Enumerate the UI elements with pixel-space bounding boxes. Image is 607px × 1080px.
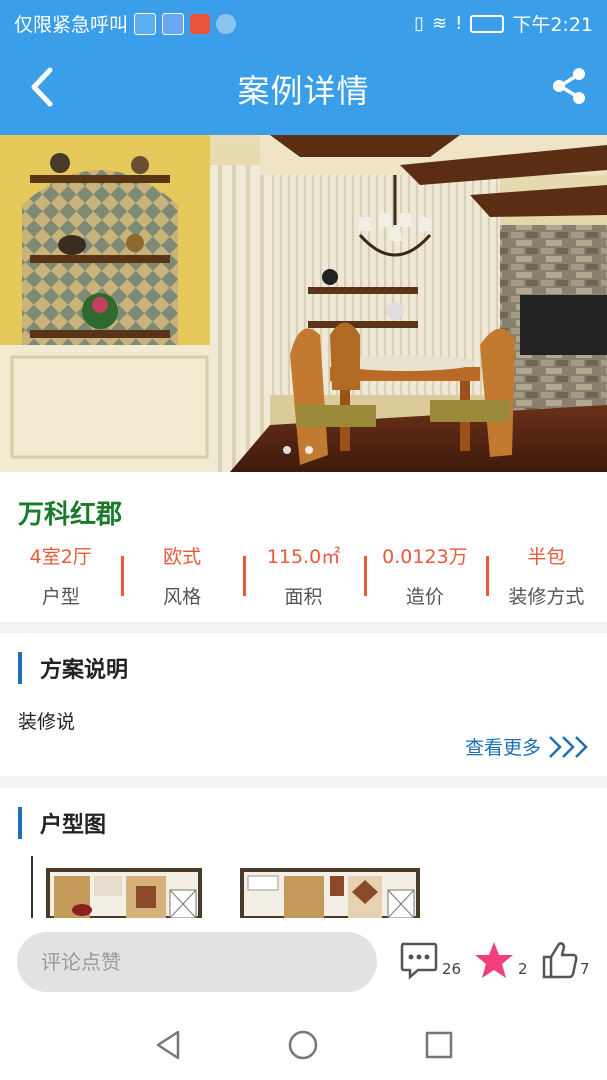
share-icon <box>553 68 585 104</box>
description-section: 方案说明 装修说 查看更多 <box>0 633 607 776</box>
comment-button[interactable]: 26 <box>398 940 461 980</box>
stat-value: 欧式 <box>163 546 202 568</box>
notification-video-icon <box>162 12 185 35</box>
stat-label: 户型 <box>41 586 80 608</box>
thumbs-up-icon <box>542 942 578 979</box>
stat-renovation-type: 半包 装修方式 <box>485 540 607 610</box>
view-more-link[interactable]: 查看更多 <box>465 733 591 760</box>
floorplan-image <box>24 856 204 918</box>
description-title: 方案说明 <box>40 658 129 683</box>
floorplan-title: 户型图 <box>40 813 107 838</box>
chevron-left-icon <box>31 67 53 107</box>
notification-app-icon <box>134 12 157 35</box>
triple-chevron-right-icon <box>549 735 588 758</box>
nav-home-button[interactable] <box>286 1028 320 1062</box>
wifi-icon: ≋ <box>432 12 448 34</box>
nav-recents-button[interactable] <box>422 1028 456 1062</box>
stat-value: 4室2厅 <box>29 546 92 568</box>
like-button[interactable]: 7 <box>541 940 590 980</box>
notification-play-icon <box>190 13 211 34</box>
carousel-indicator <box>283 446 313 454</box>
view-more-label: 查看更多 <box>464 737 541 759</box>
stat-layout: 4室2厅 户型 <box>0 540 121 610</box>
project-info-card: 万科红郡 4室2厅 户型 欧式 风格 115.0㎡ 面积 0.0123万 造价 … <box>0 472 607 622</box>
section-marker <box>18 807 22 839</box>
nav-back-button[interactable] <box>152 1028 186 1062</box>
comment-input[interactable] <box>17 932 377 992</box>
vibrate-icon: ▯ <box>414 12 425 34</box>
alert-icon: ! <box>455 12 463 34</box>
description-text: 装修说 <box>18 711 76 733</box>
description-header: 方案说明 <box>18 651 128 685</box>
star-icon <box>475 942 513 978</box>
battery-icon <box>470 14 505 33</box>
system-nav-bar <box>0 1008 607 1080</box>
carrier-text: 仅限紧急呼叫 <box>14 14 129 36</box>
square-recents-icon <box>425 1031 453 1059</box>
stat-label: 造价 <box>405 586 444 608</box>
share-button[interactable] <box>549 66 589 106</box>
status-time: 下午2:21 <box>512 14 593 36</box>
app-header: 案例详情 <box>0 42 607 135</box>
stat-area: 115.0㎡ 面积 <box>242 540 364 610</box>
triangle-back-icon <box>156 1030 180 1060</box>
comment-icon <box>400 942 438 980</box>
favorite-button[interactable]: 2 <box>474 940 528 980</box>
carousel-dot[interactable] <box>283 446 291 454</box>
section-marker <box>18 652 22 684</box>
circle-home-icon <box>288 1030 318 1060</box>
floorplan-section: 户型图 <box>0 788 607 918</box>
floorplan-header: 户型图 <box>18 806 106 840</box>
carousel-dot[interactable] <box>305 446 313 454</box>
dining-room-photo <box>0 135 607 472</box>
stat-label: 面积 <box>284 586 323 608</box>
case-hero-image[interactable] <box>0 135 607 472</box>
notification-shield-icon <box>216 13 237 34</box>
floorplan-thumbnail[interactable] <box>240 856 420 918</box>
status-left: 仅限紧急呼叫 <box>14 10 237 37</box>
status-right: ▯ ≋ ! 下午2:21 <box>414 10 593 37</box>
status-bar: 仅限紧急呼叫 ▯ ≋ ! 下午2:21 <box>0 0 607 42</box>
bottom-action-bar: 26 2 7 <box>0 918 607 1008</box>
stat-cost: 0.0123万 造价 <box>364 540 485 610</box>
like-count: 7 <box>580 960 590 978</box>
top-bar: 仅限紧急呼叫 ▯ ≋ ! 下午2:21 案例详情 <box>0 0 607 135</box>
stat-style: 欧式 风格 <box>121 540 242 610</box>
project-stats: 4室2厅 户型 欧式 风格 115.0㎡ 面积 0.0123万 造价 半包 装修… <box>0 540 607 610</box>
page-title: 案例详情 <box>237 71 370 110</box>
favorite-count: 2 <box>518 960 528 978</box>
floorplan-thumbnail[interactable] <box>24 856 204 918</box>
back-button[interactable] <box>26 62 62 112</box>
stat-value: 0.0123万 <box>382 546 468 568</box>
stat-label: 装修方式 <box>508 586 585 608</box>
floorplan-image <box>240 856 420 918</box>
stat-label: 风格 <box>163 586 202 608</box>
stat-value: 115.0㎡ <box>266 546 341 568</box>
comment-count: 26 <box>442 960 462 978</box>
project-name: 万科红郡 <box>18 500 123 530</box>
stat-value: 半包 <box>527 546 566 568</box>
